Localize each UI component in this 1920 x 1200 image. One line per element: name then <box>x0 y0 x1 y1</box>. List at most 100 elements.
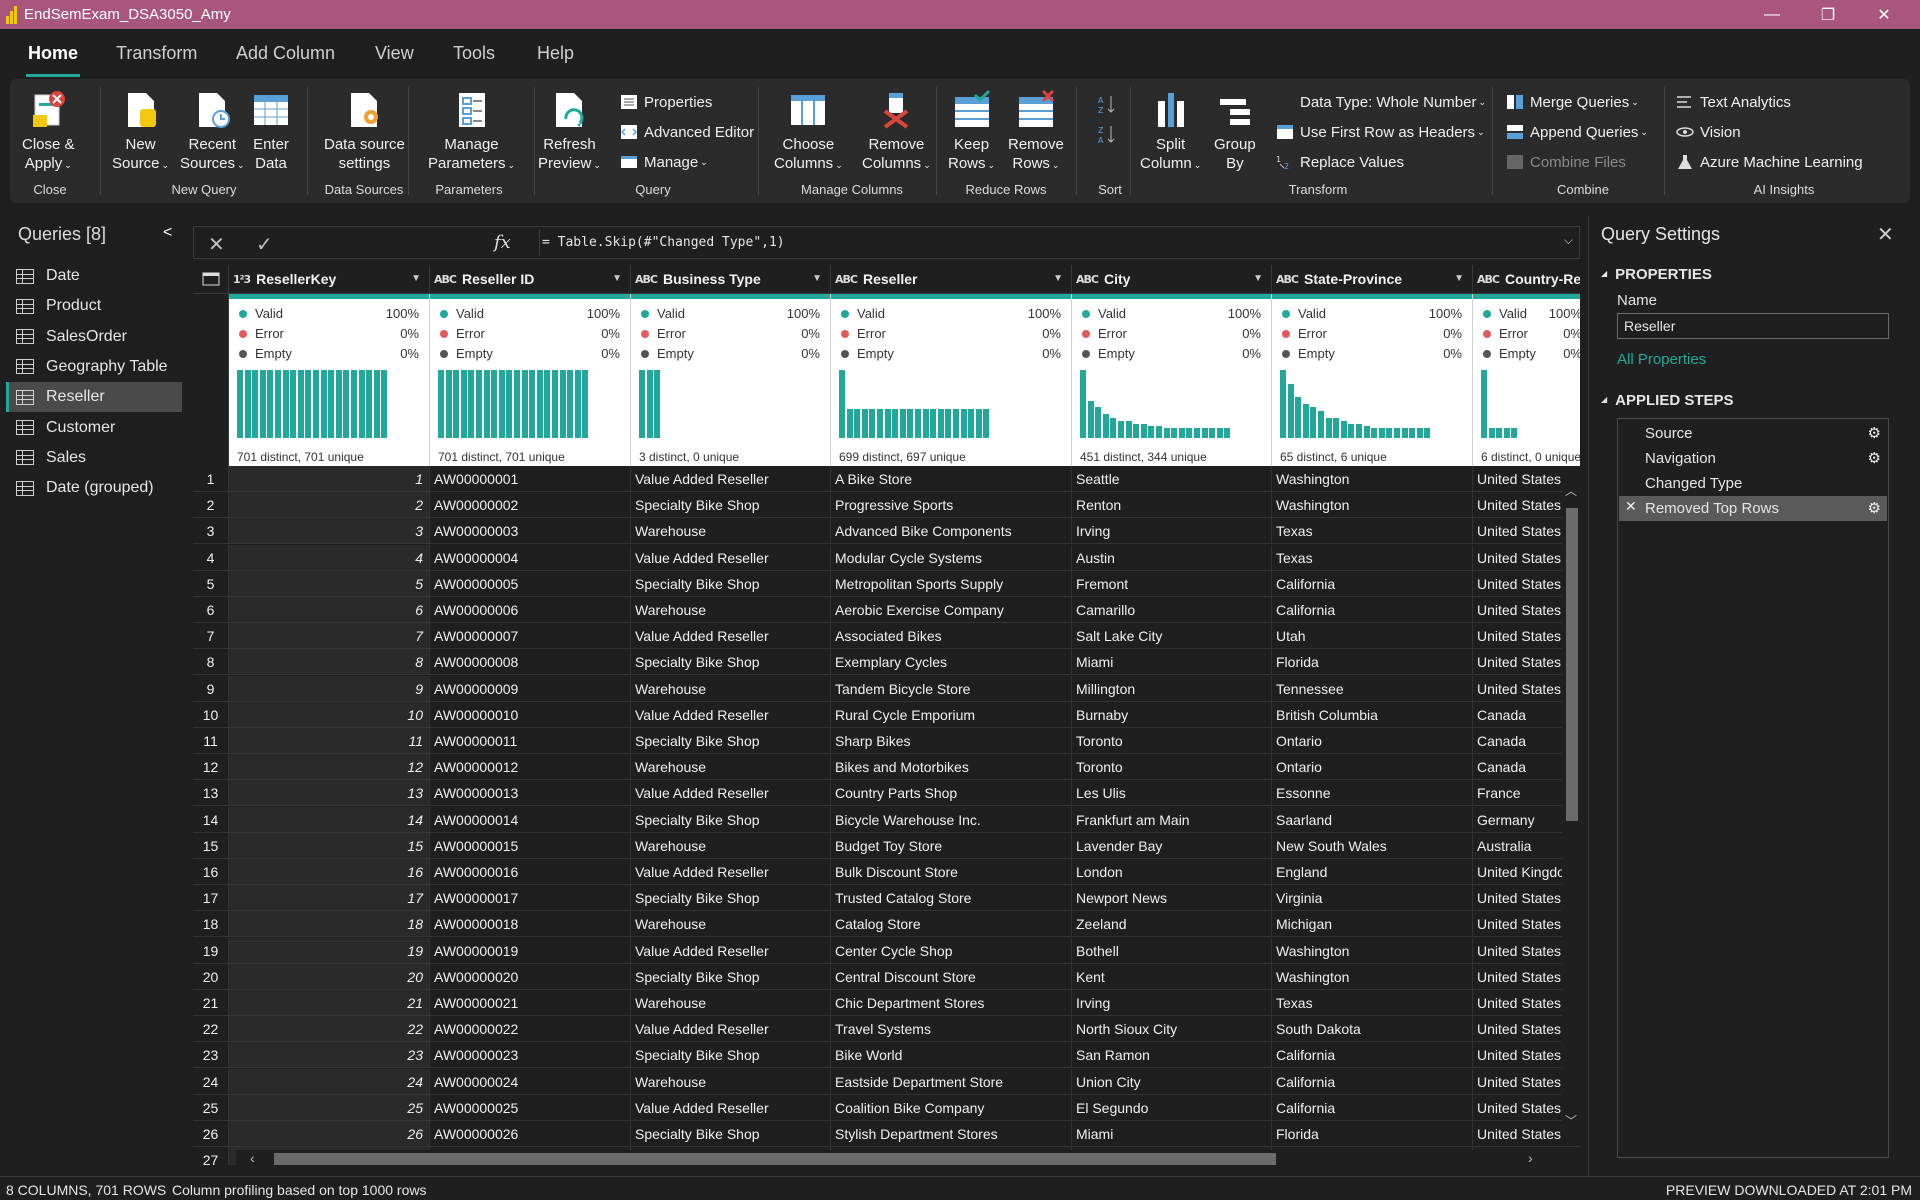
table-cell[interactable]: 14 <box>229 806 430 833</box>
table-cell[interactable]: Warehouse <box>631 597 831 623</box>
table-cell[interactable]: Newport News <box>1072 885 1272 912</box>
close-window-button[interactable]: ✕ <box>1856 0 1912 29</box>
properties-button[interactable]: Properties <box>620 91 712 113</box>
histogram-bar[interactable] <box>1087 400 1094 438</box>
histogram-bar[interactable] <box>1133 424 1140 438</box>
row-number[interactable]: 22 <box>193 1016 229 1043</box>
query-item[interactable]: Reseller <box>6 382 182 413</box>
histogram-bar[interactable] <box>892 408 899 438</box>
histogram-bar[interactable] <box>1186 427 1193 438</box>
applied-steps-section-header[interactable]: APPLIED STEPS <box>1601 392 1733 409</box>
new-source-button[interactable]: New Source ⌄ <box>112 89 169 175</box>
histogram-bar[interactable] <box>552 370 558 438</box>
use-first-row-headers-button[interactable]: Use First Row as Headers ⌄ <box>1276 121 1485 143</box>
vision-button[interactable]: Vision <box>1676 121 1741 143</box>
table-cell[interactable]: Washington <box>1272 937 1473 964</box>
table-cell[interactable]: Value Added Reseller <box>631 1016 831 1043</box>
table-cell[interactable]: Specialty Bike Shop <box>631 963 831 990</box>
table-cell[interactable]: Modular Cycle Systems <box>831 544 1072 571</box>
data-type-dropdown[interactable]: Data Type: Whole Number ⌄ <box>1300 91 1486 113</box>
histogram-bar[interactable] <box>290 370 297 438</box>
histogram-bar[interactable] <box>1201 427 1208 438</box>
histogram-bar[interactable] <box>373 370 380 438</box>
table-cell[interactable]: Toronto <box>1072 728 1272 754</box>
histogram-bar[interactable] <box>1118 421 1124 438</box>
table-cell[interactable]: Specialty Bike Shop <box>631 492 831 519</box>
table-cell[interactable]: Salt Lake City <box>1072 623 1272 650</box>
column-filter-dropdown-icon[interactable]: ▼ <box>411 273 421 284</box>
table-cell[interactable]: AW00000007 <box>430 623 631 650</box>
histogram-bar[interactable] <box>1386 427 1393 438</box>
horizontal-scrollbar[interactable]: ‹ › <box>236 1150 1580 1168</box>
applied-step[interactable]: Changed Type <box>1619 471 1887 496</box>
histogram-bar[interactable] <box>1287 383 1294 438</box>
expand-formula-icon[interactable]: ⌵ <box>1564 233 1573 248</box>
table-cell[interactable]: 11 <box>229 728 430 754</box>
choose-columns-button[interactable]: Choose Columns ⌄ <box>774 89 843 175</box>
gear-icon[interactable]: ⚙ <box>1868 449 1881 467</box>
table-cell[interactable]: Specialty Bike Shop <box>631 1121 831 1147</box>
column-filter-dropdown-icon[interactable]: ▼ <box>612 273 622 284</box>
table-cell[interactable]: South Dakota <box>1272 1016 1473 1043</box>
histogram-bar[interactable] <box>1481 370 1487 438</box>
histogram-bar[interactable] <box>381 370 388 438</box>
table-cell[interactable]: El Segundo <box>1072 1094 1272 1121</box>
row-number[interactable]: 10 <box>193 701 229 728</box>
histogram-bar[interactable] <box>544 370 551 438</box>
histogram-bar[interactable] <box>582 370 589 438</box>
row-number[interactable]: 12 <box>193 754 229 781</box>
scroll-up-icon[interactable]: ︿ <box>1565 482 1577 499</box>
horizontal-scroll-thumb[interactable] <box>274 1153 1276 1165</box>
applied-step[interactable]: Source ⚙ <box>1619 421 1887 446</box>
histogram-bar[interactable] <box>335 370 342 438</box>
append-queries-button[interactable]: Append Queries ⌄ <box>1506 121 1648 143</box>
table-cell[interactable]: AW00000011 <box>430 728 631 754</box>
histogram-bar[interactable] <box>1409 427 1416 438</box>
histogram-bar[interactable] <box>498 370 505 438</box>
row-number[interactable]: 14 <box>193 806 229 833</box>
histogram-bar[interactable] <box>1363 425 1370 438</box>
histogram-bar[interactable] <box>574 370 581 438</box>
table-cell[interactable]: Value Added Reseller <box>631 466 831 492</box>
column-header[interactable]: 1²3 ResellerKey ▼ <box>229 265 430 294</box>
minimize-button[interactable]: — <box>1744 0 1800 29</box>
column-header[interactable]: ABC Reseller ▼ <box>831 265 1072 294</box>
histogram-bar[interactable] <box>915 408 921 438</box>
table-cell[interactable]: AW00000021 <box>430 990 631 1016</box>
histogram-bar[interactable] <box>930 408 937 438</box>
column-filter-dropdown-icon[interactable]: ▼ <box>1253 273 1263 284</box>
table-cell[interactable]: Ontario <box>1272 728 1473 754</box>
histogram-bar[interactable] <box>1163 427 1170 438</box>
table-cell[interactable]: Warehouse <box>631 754 831 781</box>
split-column-button[interactable]: Split Column ⌄ <box>1140 89 1201 175</box>
histogram-bar[interactable] <box>282 370 289 438</box>
histogram-bar[interactable] <box>1401 427 1408 438</box>
table-cell[interactable]: Value Added Reseller <box>631 1094 831 1121</box>
table-cell[interactable]: 17 <box>229 885 430 912</box>
query-item[interactable]: Date (grouped) <box>6 473 182 503</box>
histogram-bar[interactable] <box>1424 427 1431 438</box>
histogram-bar[interactable] <box>445 370 452 438</box>
table-cell[interactable]: Rural Cycle Emporium <box>831 701 1072 728</box>
table-cell[interactable]: 19 <box>229 937 430 964</box>
histogram-bar[interactable] <box>1209 427 1216 438</box>
table-cell[interactable]: California <box>1272 1094 1473 1121</box>
histogram-bar[interactable] <box>1156 425 1162 438</box>
column-type-icon[interactable]: ABC <box>835 273 858 286</box>
delete-step-icon[interactable]: ✕ <box>1625 498 1637 515</box>
table-cell[interactable]: 24 <box>229 1068 430 1095</box>
query-item[interactable]: SalesOrder <box>6 322 182 352</box>
tab-transform[interactable]: Transform <box>116 43 197 64</box>
table-cell[interactable]: 22 <box>229 1016 430 1043</box>
table-cell[interactable]: Essonne <box>1272 780 1473 807</box>
histogram-bar[interactable] <box>839 370 845 438</box>
row-number[interactable]: 26 <box>193 1121 229 1147</box>
column-header[interactable]: ABC City ▼ <box>1072 265 1272 294</box>
histogram-bar[interactable] <box>1488 427 1495 438</box>
query-item[interactable]: Sales <box>6 443 182 473</box>
table-cell[interactable]: Tennessee <box>1272 675 1473 702</box>
table-cell[interactable]: Chic Department Stores <box>831 990 1072 1016</box>
histogram-bar[interactable] <box>1125 421 1132 438</box>
histogram-bar[interactable] <box>861 408 868 438</box>
query-item[interactable]: Geography Table <box>6 352 182 382</box>
